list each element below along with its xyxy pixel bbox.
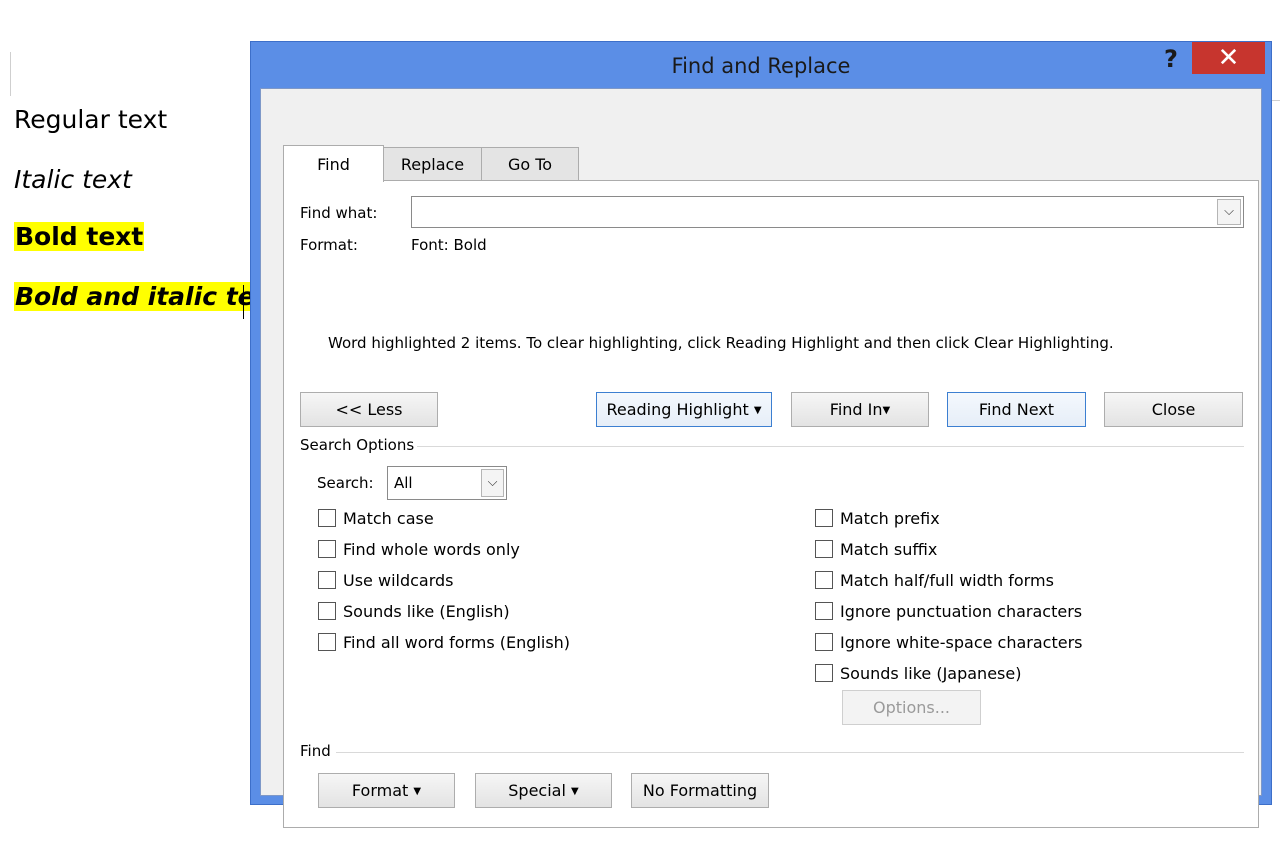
dropdown-arrow-icon: ▼ xyxy=(413,786,422,797)
doc-bold-text: Bold text xyxy=(14,222,145,251)
sounds-like-english-checkbox[interactable] xyxy=(318,602,336,620)
ignore-whitespace-checkbox[interactable] xyxy=(815,633,833,651)
find-section-heading: Find xyxy=(300,742,331,760)
close-button[interactable]: Close xyxy=(1104,392,1243,427)
reading-highlight-button[interactable]: Reading Highlight ▼ xyxy=(596,392,772,427)
find-section-divider xyxy=(336,752,1244,753)
wildcards-label[interactable]: Use wildcards xyxy=(343,571,454,590)
sounds-like-japanese-label[interactable]: Sounds like (Japanese) xyxy=(840,664,1021,683)
search-direction-select[interactable]: All ⌵ xyxy=(387,466,507,500)
ignore-whitespace-label[interactable]: Ignore white-space characters xyxy=(840,633,1083,652)
match-prefix-label[interactable]: Match prefix xyxy=(840,509,940,528)
format-button[interactable]: Format ▼ xyxy=(318,773,455,808)
match-prefix-checkbox[interactable] xyxy=(815,509,833,527)
no-formatting-button[interactable]: No Formatting xyxy=(631,773,769,808)
find-replace-dialog: Find and Replace ? ✕ Find Replace Go To … xyxy=(250,41,1272,828)
find-next-button[interactable]: Find Next xyxy=(947,392,1086,427)
search-direction-value: All xyxy=(394,474,413,492)
word-forms-checkbox[interactable] xyxy=(318,633,336,651)
match-case-label[interactable]: Match case xyxy=(343,509,434,528)
find-in-button[interactable]: Find In▼ xyxy=(791,392,929,427)
search-options-divider xyxy=(417,446,1244,447)
sounds-like-japanese-checkbox[interactable] xyxy=(815,664,833,682)
page-edge-mark xyxy=(1272,100,1280,101)
doc-regular-text: Regular text xyxy=(14,105,168,134)
find-what-input[interactable]: ⌵ xyxy=(411,196,1244,228)
search-options-heading: Search Options xyxy=(300,436,415,454)
chevron-down-icon[interactable]: ⌵ xyxy=(481,469,504,497)
tab-find[interactable]: Find xyxy=(283,145,384,182)
word-forms-label[interactable]: Find all word forms (English) xyxy=(343,633,570,652)
match-suffix-checkbox[interactable] xyxy=(815,540,833,558)
find-in-label: Find In xyxy=(829,400,883,419)
half-full-width-label[interactable]: Match half/full width forms xyxy=(840,571,1054,590)
dropdown-arrow-icon: ▼ xyxy=(882,405,891,416)
find-what-label: Find what: xyxy=(300,204,378,222)
help-button[interactable]: ? xyxy=(1156,44,1186,74)
search-label: Search: xyxy=(317,474,374,492)
half-full-width-checkbox[interactable] xyxy=(815,571,833,589)
format-label-text: Format xyxy=(351,781,409,800)
match-suffix-label[interactable]: Match suffix xyxy=(840,540,937,559)
chevron-down-icon[interactable]: ⌵ xyxy=(1217,199,1241,225)
dropdown-arrow-icon: ▼ xyxy=(571,786,579,797)
dropdown-arrow-icon: ▼ xyxy=(753,405,762,416)
doc-italic-text: Italic text xyxy=(14,165,132,194)
sounds-like-english-label[interactable]: Sounds like (English) xyxy=(343,602,510,621)
highlight-message: Word highlighted 2 items. To clear highl… xyxy=(328,334,1114,352)
format-label: Format: xyxy=(300,236,358,254)
tab-go-to[interactable]: Go To xyxy=(481,147,579,181)
wildcards-checkbox[interactable] xyxy=(318,571,336,589)
dialog-body: Find Replace Go To Find what: ⌵ Format: … xyxy=(260,88,1262,828)
find-tab-panel xyxy=(283,180,1259,828)
reading-highlight-label: Reading Highlight xyxy=(606,400,749,419)
whole-words-label[interactable]: Find whole words only xyxy=(343,540,520,559)
close-window-button[interactable]: ✕ xyxy=(1192,42,1265,74)
options-button[interactable]: Options... xyxy=(842,690,981,725)
tab-replace[interactable]: Replace xyxy=(383,147,482,181)
dialog-title: Find and Replace xyxy=(671,54,851,78)
whole-words-checkbox[interactable] xyxy=(318,540,336,558)
special-label-text: Special xyxy=(508,781,566,800)
special-button[interactable]: Special ▼ xyxy=(475,773,612,808)
ignore-punctuation-checkbox[interactable] xyxy=(815,602,833,620)
page-corner-mark xyxy=(10,52,11,96)
match-case-checkbox[interactable] xyxy=(318,509,336,527)
format-value: Font: Bold xyxy=(411,236,487,254)
text-cursor xyxy=(243,285,244,319)
less-button[interactable]: << Less xyxy=(300,392,438,427)
ignore-punctuation-label[interactable]: Ignore punctuation characters xyxy=(840,602,1082,621)
